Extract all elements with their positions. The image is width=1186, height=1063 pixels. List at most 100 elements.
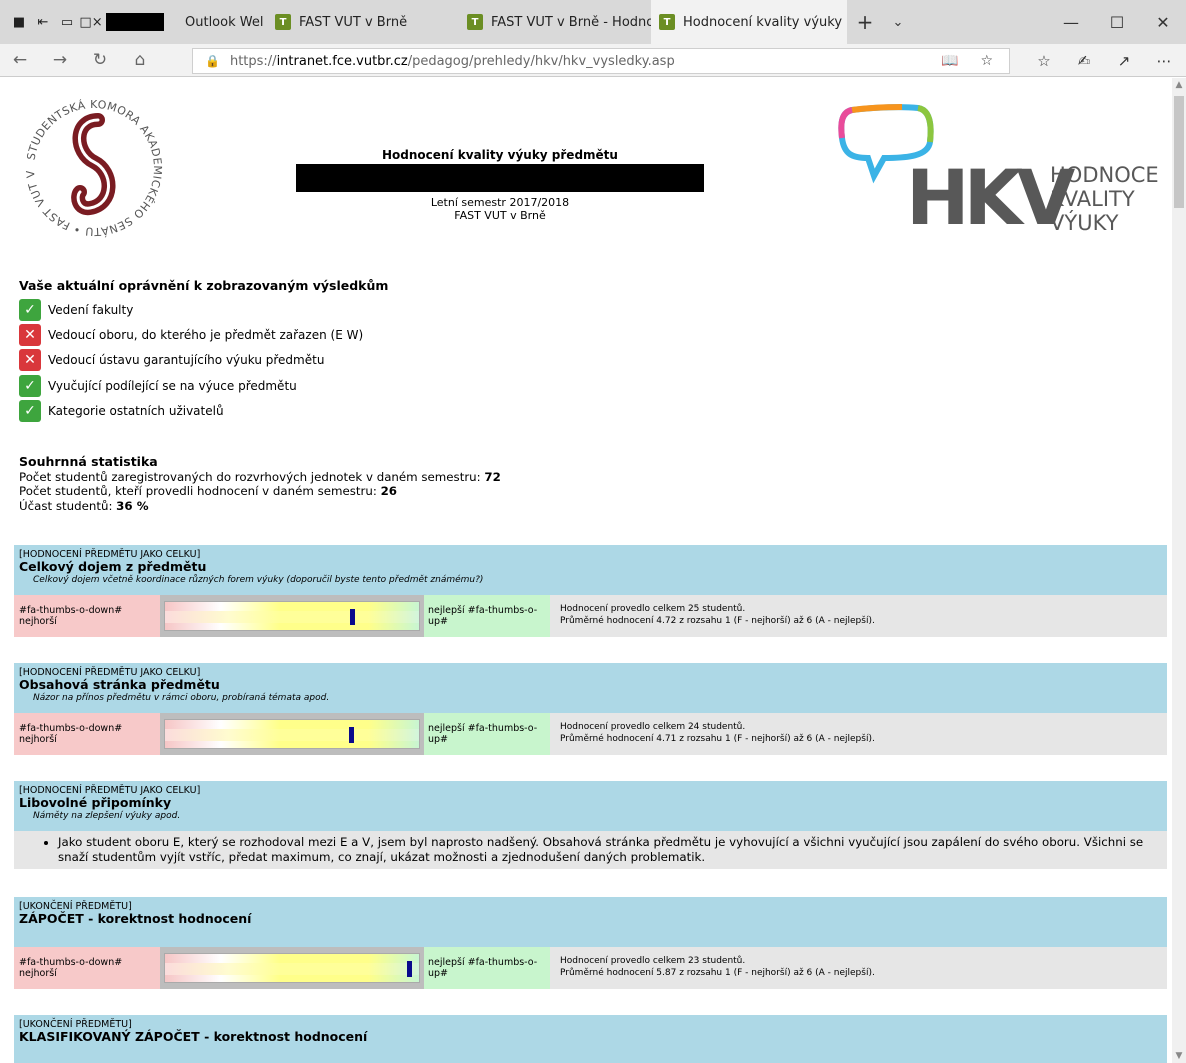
- section-description: Náměty na zlepšení výuky apod.: [33, 811, 181, 821]
- refresh-button[interactable]: ↻: [80, 50, 120, 70]
- favorites-icon[interactable]: ☆: [1024, 52, 1064, 70]
- browser-tab-bar: ■ ⇤ ▭ □× Outlook Wel T FAST VUT v Brně TF…: [0, 0, 1186, 44]
- permissions-block: Vaše aktuální oprávnění k zobrazovaným v…: [19, 278, 388, 423]
- rating-section: [UKONČENÍ PŘEDMĚTU] ZÁPOČET - korektnost…: [14, 897, 1167, 989]
- stats-registered-label: Počet studentů zaregistrovaných do rozvr…: [19, 469, 485, 484]
- more-icon[interactable]: ⋯: [1144, 52, 1184, 70]
- stats-registered: Počet studentů zaregistrovaných do rozvr…: [19, 470, 501, 485]
- check-icon: ✓: [19, 399, 41, 422]
- rating-bar-track: [165, 611, 419, 623]
- page-header: Hodnocení kvality výuky předmětu Letní s…: [290, 148, 710, 222]
- toolbar-right: ☆ ✍ ↗ ⋯: [1024, 44, 1184, 77]
- section-name: KLASIFIKOVANÝ ZÁPOČET - korektnost hodno…: [19, 1029, 368, 1044]
- rating-bar-frame: [160, 595, 424, 637]
- section-category: [HODNOCENÍ PŘEDMĚTU JAKO CELKU]: [19, 785, 201, 796]
- section-name: Libovolné připomínky: [19, 795, 172, 810]
- permission-label: Vyučující podílející se na výuce předmět…: [48, 378, 297, 393]
- scroll-down-icon[interactable]: ▼: [1172, 1051, 1186, 1061]
- best-label: nejlepší #fa-thumbs-o-up#: [424, 595, 550, 637]
- stats-participation-value: 36 %: [116, 498, 149, 513]
- scroll-up-icon[interactable]: ▲: [1172, 80, 1186, 90]
- lock-icon: 🔒: [205, 54, 220, 68]
- section-header: [HODNOCENÍ PŘEDMĚTU JAKO CELKU] Celkový …: [14, 545, 1167, 595]
- rating-section: [HODNOCENÍ PŘEDMĚTU JAKO CELKU] Obsahová…: [14, 663, 1167, 755]
- stats-registered-value: 72: [484, 469, 501, 484]
- rating-bar-track: [165, 963, 419, 975]
- section-name: Obsahová stránka předmětu: [19, 677, 220, 692]
- section-header: [UKONČENÍ PŘEDMĚTU] ZÁPOČET - korektnost…: [14, 897, 1167, 947]
- hkv-line: VÝUKY: [1050, 210, 1119, 235]
- permissions-list: ✓ Vedení fakulty ✕ Vedoucí oboru, do kteréh…: [19, 297, 388, 423]
- redacted-subject-name: [296, 164, 704, 192]
- permission-label: Vedoucí oboru, do kterého je předmět zař…: [48, 327, 364, 342]
- rating-marker: [349, 727, 355, 743]
- rating-row: #fa-thumbs-o-down# nejhorší nejlepší #fa…: [14, 947, 1167, 989]
- comments-section: [HODNOCENÍ PŘEDMĚTU JAKO CELKU] Libovoln…: [14, 781, 1167, 869]
- stats-rated-label: Počet studentů, kteří provedli hodnocení…: [19, 484, 381, 498]
- close-window-button[interactable]: ✕: [1140, 0, 1186, 44]
- permission-item: ✓ Vyučující podílející se na výuce předmě…: [19, 373, 388, 398]
- rating-info: Hodnocení provedlo celkem 23 studentů. P…: [550, 947, 1167, 989]
- semester-label: Letní semestr 2017/2018: [430, 196, 570, 209]
- share-icon[interactable]: ↗: [1104, 52, 1144, 70]
- rating-count: Hodnocení provedlo celkem 24 studentů.: [560, 722, 746, 732]
- worst-label: #fa-thumbs-o-down# nejhorší: [14, 595, 160, 637]
- rating-row: #fa-thumbs-o-down# nejhorší nejlepší #fa…: [14, 713, 1167, 755]
- scrollbar-thumb[interactable]: [1174, 96, 1184, 208]
- worst-label: #fa-thumbs-o-down# nejhorší: [14, 947, 160, 989]
- permission-item: ✓ Kategorie ostatních uživatelů: [19, 398, 388, 423]
- comment-item: Jako student oboru E, který se rozhodova…: [58, 835, 1149, 865]
- tab-set-aside-icon[interactable]: ■: [10, 14, 28, 30]
- tab-fast-vut-hodnoceni[interactable]: T FAST VUT v Brně - Hodnoce: [459, 0, 651, 44]
- rating-average: Průměrné hodnocení 4.71 z rozsahu 1 (F -…: [560, 734, 875, 744]
- rating-count: Hodnocení provedlo celkem 23 studentů.: [560, 956, 746, 966]
- faculty-label: FAST VUT v Brně: [454, 209, 546, 222]
- notes-icon[interactable]: ✍: [1064, 52, 1104, 70]
- permissions-heading: Vaše aktuální oprávnění k zobrazovaným v…: [19, 278, 389, 293]
- tab-hodnoceni-kvality[interactable]: THodnocení kvality výuky✕: [651, 0, 847, 44]
- cross-icon: ✕: [19, 349, 41, 372]
- chevron-down-icon[interactable]: ⌄: [883, 0, 913, 44]
- section-header: [UKONČENÍ PŘEDMĚTU] KLASIFIKOVANÝ ZÁPOČE…: [14, 1015, 1167, 1063]
- student-chamber-logo: STUDENTSKÁ KOMORA AKADEMICKÉHO SENÁTU • …: [18, 92, 164, 238]
- rating-bar-track: [165, 729, 419, 741]
- mute-icon[interactable]: □×: [79, 14, 102, 30]
- new-tab-button[interactable]: +: [847, 0, 883, 44]
- rating-info: Hodnocení provedlo celkem 24 studentů. P…: [550, 713, 1167, 755]
- rating-info: Hodnocení provedlo celkem 25 studentů. P…: [550, 595, 1167, 637]
- tab-fast-vut[interactable]: T FAST VUT v Brně: [267, 0, 459, 44]
- tabs-aside-icon[interactable]: ⇤: [34, 14, 52, 30]
- forward-button[interactable]: →: [40, 50, 80, 70]
- tab-label: FAST VUT v Brně: [299, 14, 408, 30]
- tab-favicon: T: [467, 14, 483, 30]
- tab-outlook[interactable]: Outlook Wel: [185, 0, 267, 44]
- maximize-button[interactable]: ☐: [1094, 0, 1140, 44]
- hkv-line: HODNOCENÍ: [1050, 162, 1158, 187]
- permission-label: Kategorie ostatních uživatelů: [48, 403, 224, 418]
- section-name: Celkový dojem z předmětu: [19, 559, 207, 574]
- rating-bar: [164, 719, 420, 749]
- page-title: Hodnocení kvality výuky předmětu: [382, 148, 618, 162]
- address-bar-row: ← → ↻ ⌂ 🔒 https://intranet.fce.vutbr.cz /…: [0, 44, 1186, 77]
- permission-item: ✕ Vedoucí ústavu garantujícího výuku před…: [19, 348, 388, 373]
- home-button[interactable]: ⌂: [120, 50, 160, 70]
- summary-statistics: Souhrnná statistika Počet studentů zareg…: [19, 454, 501, 513]
- rating-bar: [164, 601, 420, 631]
- back-button[interactable]: ←: [0, 50, 40, 70]
- favorite-star-icon[interactable]: ☆: [980, 53, 993, 69]
- worst-label: #fa-thumbs-o-down# nejhorší: [14, 713, 160, 755]
- tab-preview-icon[interactable]: ▭: [58, 14, 76, 30]
- vertical-scrollbar[interactable]: ▲ ▼: [1172, 78, 1186, 1063]
- page-viewport: STUDENTSKÁ KOMORA AKADEMICKÉHO SENÁTU • …: [0, 78, 1172, 1063]
- rating-bar: [164, 953, 420, 983]
- rating-marker: [349, 609, 355, 625]
- url-field[interactable]: 🔒 https://intranet.fce.vutbr.cz/pedagog/…: [192, 48, 1010, 74]
- tab-bar-left-tools: ■ ⇤ ▭ □×: [0, 0, 185, 44]
- permission-label: Vedení fakulty: [48, 302, 134, 317]
- url-prefix: https://: [229, 53, 277, 69]
- rating-section: [HODNOCENÍ PŘEDMĚTU JAKO CELKU] Celkový …: [14, 545, 1167, 637]
- check-icon: ✓: [19, 298, 41, 321]
- minimize-button[interactable]: —: [1048, 0, 1094, 44]
- reading-view-icon[interactable]: 📖: [941, 53, 958, 69]
- section-header: [HODNOCENÍ PŘEDMĚTU JAKO CELKU] Obsahová…: [14, 663, 1167, 713]
